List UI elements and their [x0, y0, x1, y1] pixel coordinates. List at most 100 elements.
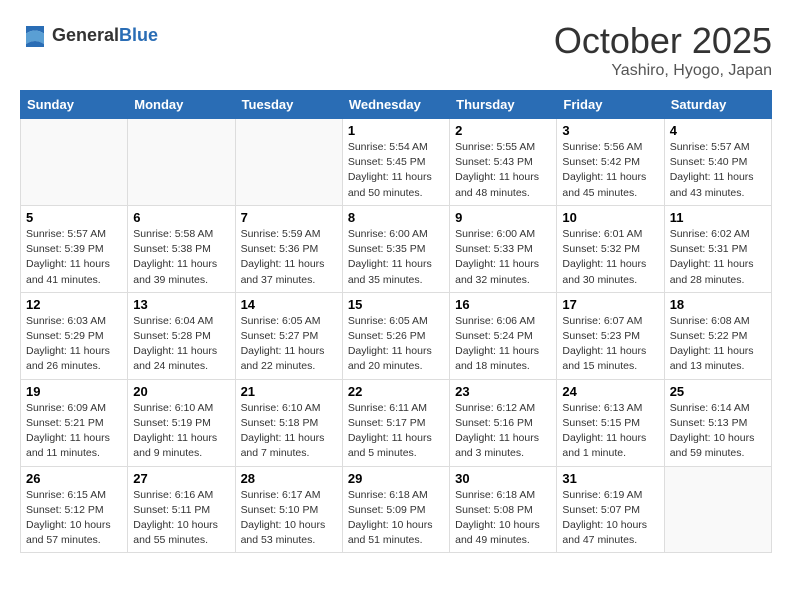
- calendar-cell: 14Sunrise: 6:05 AM Sunset: 5:27 PM Dayli…: [235, 292, 342, 379]
- day-number: 11: [670, 210, 766, 225]
- day-number: 1: [348, 123, 444, 138]
- title-block: October 2025 Yashiro, Hyogo, Japan: [554, 20, 772, 80]
- calendar-cell: 21 Sunrise: 6:10 AM Sunset: 5:18 PM Dayli…: [235, 379, 342, 466]
- day-number: 3: [562, 123, 658, 138]
- day-number: 9: [455, 210, 551, 225]
- day-info: Sunrise: 6:15 AM Sunset: 5:12 PM Dayligh…: [26, 488, 122, 549]
- day-number: 19: [26, 384, 122, 399]
- day-info: Sunrise: 6:03 AM Sunset: 5:29 PM Dayligh…: [26, 314, 122, 375]
- weekday-header-sunday: Sunday: [21, 91, 128, 119]
- calendar-cell: 3Sunrise: 5:56 AM Sunset: 5:42 PM Daylig…: [557, 119, 664, 206]
- calendar-cell: 12Sunrise: 6:03 AM Sunset: 5:29 PM Dayli…: [21, 292, 128, 379]
- calendar-week-row: 19 Sunrise: 6:09 AM Sunset: 5:21 PM Dayli…: [21, 379, 772, 466]
- day-info: Sunrise: 6:10 AM Sunset: 5:19 PM Dayligh…: [133, 401, 229, 462]
- calendar-cell: 24Sunrise: 6:13 AM Sunset: 5:15 PM Dayli…: [557, 379, 664, 466]
- calendar-cell: 9 Sunrise: 6:00 AM Sunset: 5:33 PM Daylig…: [450, 205, 557, 292]
- calendar-cell: 10Sunrise: 6:01 AM Sunset: 5:32 PM Dayli…: [557, 205, 664, 292]
- calendar-week-row: 12Sunrise: 6:03 AM Sunset: 5:29 PM Dayli…: [21, 292, 772, 379]
- calendar-cell: 23 Sunrise: 6:12 AM Sunset: 5:16 PM Dayli…: [450, 379, 557, 466]
- page-header: GeneralBlue October 2025 Yashiro, Hyogo,…: [20, 20, 772, 80]
- calendar-cell: 28Sunrise: 6:17 AM Sunset: 5:10 PM Dayli…: [235, 466, 342, 553]
- day-info: Sunrise: 6:18 AM Sunset: 5:09 PM Dayligh…: [348, 488, 444, 549]
- day-info: Sunrise: 6:06 AM Sunset: 5:24 PM Dayligh…: [455, 314, 551, 375]
- calendar-cell: 11 Sunrise: 6:02 AM Sunset: 5:31 PM Dayli…: [664, 205, 771, 292]
- day-number: 21: [241, 384, 337, 399]
- day-number: 2: [455, 123, 551, 138]
- day-info: Sunrise: 6:18 AM Sunset: 5:08 PM Dayligh…: [455, 488, 551, 549]
- weekday-header-thursday: Thursday: [450, 91, 557, 119]
- logo-icon: [20, 20, 50, 50]
- calendar-cell: 26 Sunrise: 6:15 AM Sunset: 5:12 PM Dayli…: [21, 466, 128, 553]
- calendar-table: SundayMondayTuesdayWednesdayThursdayFrid…: [20, 90, 772, 553]
- calendar-cell: 13 Sunrise: 6:04 AM Sunset: 5:28 PM Dayli…: [128, 292, 235, 379]
- day-info: Sunrise: 6:19 AM Sunset: 5:07 PM Dayligh…: [562, 488, 658, 549]
- day-info: Sunrise: 5:59 AM Sunset: 5:36 PM Dayligh…: [241, 227, 337, 288]
- calendar-cell: 4 Sunrise: 5:57 AM Sunset: 5:40 PM Daylig…: [664, 119, 771, 206]
- logo-blue: Blue: [119, 25, 158, 45]
- day-info: Sunrise: 6:12 AM Sunset: 5:16 PM Dayligh…: [455, 401, 551, 462]
- weekday-header-tuesday: Tuesday: [235, 91, 342, 119]
- weekday-header-row: SundayMondayTuesdayWednesdayThursdayFrid…: [21, 91, 772, 119]
- day-number: 26: [26, 471, 122, 486]
- day-info: Sunrise: 6:00 AM Sunset: 5:33 PM Dayligh…: [455, 227, 551, 288]
- day-number: 25: [670, 384, 766, 399]
- calendar-cell: 19 Sunrise: 6:09 AM Sunset: 5:21 PM Dayli…: [21, 379, 128, 466]
- logo-general: General: [52, 25, 119, 45]
- day-info: Sunrise: 6:09 AM Sunset: 5:21 PM Dayligh…: [26, 401, 122, 462]
- day-number: 31: [562, 471, 658, 486]
- calendar-cell: [128, 119, 235, 206]
- calendar-cell: 31 Sunrise: 6:19 AM Sunset: 5:07 PM Dayli…: [557, 466, 664, 553]
- calendar-cell: 2Sunrise: 5:55 AM Sunset: 5:43 PM Daylig…: [450, 119, 557, 206]
- month-title: October 2025: [554, 20, 772, 62]
- calendar-cell: 22Sunrise: 6:11 AM Sunset: 5:17 PM Dayli…: [342, 379, 449, 466]
- day-info: Sunrise: 6:13 AM Sunset: 5:15 PM Dayligh…: [562, 401, 658, 462]
- day-number: 13: [133, 297, 229, 312]
- calendar-cell: 20 Sunrise: 6:10 AM Sunset: 5:19 PM Dayli…: [128, 379, 235, 466]
- calendar-cell: [664, 466, 771, 553]
- day-info: Sunrise: 6:05 AM Sunset: 5:26 PM Dayligh…: [348, 314, 444, 375]
- calendar-week-row: 5 Sunrise: 5:57 AM Sunset: 5:39 PM Daylig…: [21, 205, 772, 292]
- calendar-cell: 30 Sunrise: 6:18 AM Sunset: 5:08 PM Dayli…: [450, 466, 557, 553]
- day-number: 20: [133, 384, 229, 399]
- day-number: 7: [241, 210, 337, 225]
- day-info: Sunrise: 6:04 AM Sunset: 5:28 PM Dayligh…: [133, 314, 229, 375]
- calendar-cell: [21, 119, 128, 206]
- weekday-header-monday: Monday: [128, 91, 235, 119]
- weekday-header-friday: Friday: [557, 91, 664, 119]
- day-number: 23: [455, 384, 551, 399]
- calendar-cell: 17 Sunrise: 6:07 AM Sunset: 5:23 PM Dayli…: [557, 292, 664, 379]
- day-number: 5: [26, 210, 122, 225]
- day-number: 16: [455, 297, 551, 312]
- day-info: Sunrise: 6:01 AM Sunset: 5:32 PM Dayligh…: [562, 227, 658, 288]
- weekday-header-saturday: Saturday: [664, 91, 771, 119]
- day-number: 27: [133, 471, 229, 486]
- day-info: Sunrise: 5:57 AM Sunset: 5:39 PM Dayligh…: [26, 227, 122, 288]
- day-info: Sunrise: 6:00 AM Sunset: 5:35 PM Dayligh…: [348, 227, 444, 288]
- weekday-header-wednesday: Wednesday: [342, 91, 449, 119]
- calendar-cell: 18Sunrise: 6:08 AM Sunset: 5:22 PM Dayli…: [664, 292, 771, 379]
- calendar-cell: 29 Sunrise: 6:18 AM Sunset: 5:09 PM Dayli…: [342, 466, 449, 553]
- location-title: Yashiro, Hyogo, Japan: [554, 62, 772, 80]
- calendar-cell: 8 Sunrise: 6:00 AM Sunset: 5:35 PM Daylig…: [342, 205, 449, 292]
- day-number: 6: [133, 210, 229, 225]
- day-info: Sunrise: 6:07 AM Sunset: 5:23 PM Dayligh…: [562, 314, 658, 375]
- day-number: 14: [241, 297, 337, 312]
- day-info: Sunrise: 6:16 AM Sunset: 5:11 PM Dayligh…: [133, 488, 229, 549]
- calendar-cell: 5 Sunrise: 5:57 AM Sunset: 5:39 PM Daylig…: [21, 205, 128, 292]
- day-info: Sunrise: 6:08 AM Sunset: 5:22 PM Dayligh…: [670, 314, 766, 375]
- day-info: Sunrise: 5:57 AM Sunset: 5:40 PM Dayligh…: [670, 140, 766, 201]
- day-number: 30: [455, 471, 551, 486]
- calendar-cell: 25Sunrise: 6:14 AM Sunset: 5:13 PM Dayli…: [664, 379, 771, 466]
- calendar-week-row: 1 Sunrise: 5:54 AM Sunset: 5:45 PM Daylig…: [21, 119, 772, 206]
- day-info: Sunrise: 5:54 AM Sunset: 5:45 PM Dayligh…: [348, 140, 444, 201]
- day-info: Sunrise: 6:11 AM Sunset: 5:17 PM Dayligh…: [348, 401, 444, 462]
- day-number: 4: [670, 123, 766, 138]
- calendar-cell: [235, 119, 342, 206]
- day-number: 15: [348, 297, 444, 312]
- day-number: 17: [562, 297, 658, 312]
- calendar-cell: 1 Sunrise: 5:54 AM Sunset: 5:45 PM Daylig…: [342, 119, 449, 206]
- day-number: 29: [348, 471, 444, 486]
- day-info: Sunrise: 6:10 AM Sunset: 5:18 PM Dayligh…: [241, 401, 337, 462]
- day-number: 8: [348, 210, 444, 225]
- day-info: Sunrise: 6:02 AM Sunset: 5:31 PM Dayligh…: [670, 227, 766, 288]
